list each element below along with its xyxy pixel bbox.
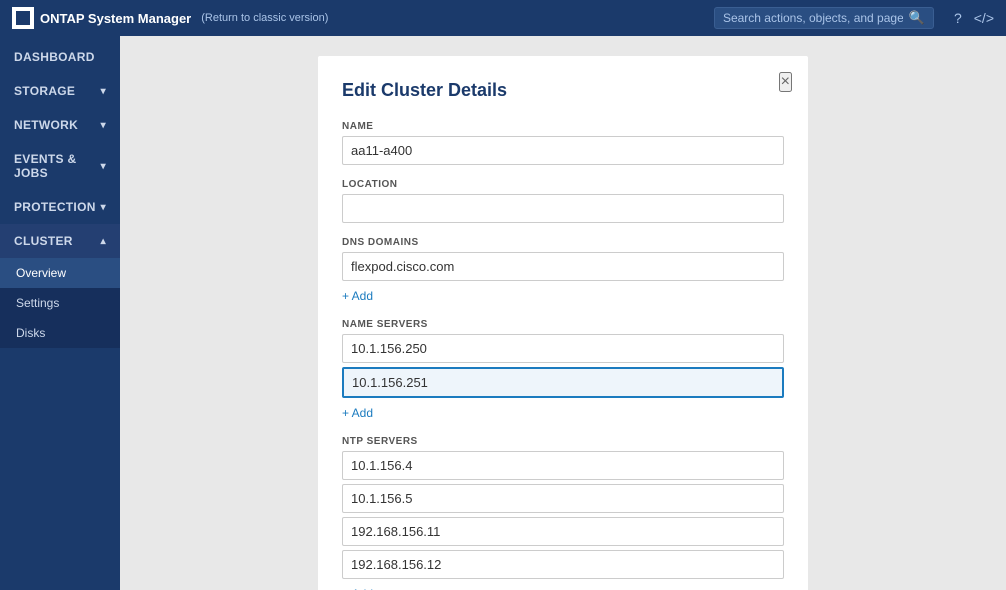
top-nav: ONTAP System Manager (Return to classic … <box>0 0 1006 36</box>
dns-domain-input[interactable] <box>342 252 784 281</box>
sidebar-label-events-jobs: EVENTS & JOBS <box>14 152 101 180</box>
search-icon: 🔍 <box>909 10 925 26</box>
name-field-group: NAME <box>342 121 784 165</box>
search-bar[interactable]: 🔍 <box>714 7 934 29</box>
ntp-server-input-4[interactable] <box>342 550 784 579</box>
classic-link[interactable]: (Return to classic version) <box>201 12 328 24</box>
sidebar-subitem-overview[interactable]: Overview <box>0 258 120 288</box>
ntp-server-input-3[interactable] <box>342 517 784 546</box>
dns-domains-group: DNS DOMAINS + Add <box>342 237 784 305</box>
ntp-server-input-2[interactable] <box>342 484 784 513</box>
ntp-server-input-1[interactable] <box>342 451 784 480</box>
code-icon[interactable]: </> <box>974 10 994 26</box>
dns-domains-label: DNS DOMAINS <box>342 237 784 248</box>
location-field-group: LOCATION <box>342 179 784 223</box>
name-server-input-1[interactable] <box>342 334 784 363</box>
sidebar-item-protection[interactable]: PROTECTION ▾ <box>0 190 120 224</box>
sidebar-item-storage[interactable]: STORAGE ▾ <box>0 74 120 108</box>
name-servers-label: NAME SERVERS <box>342 319 784 330</box>
chevron-protection: ▾ <box>101 202 106 213</box>
name-label: NAME <box>342 121 784 132</box>
sidebar-subitem-settings[interactable]: Settings <box>0 288 120 318</box>
sidebar-label-dashboard: DASHBOARD <box>14 50 95 64</box>
edit-cluster-dialog: Edit Cluster Details × NAME LOCATION DNS… <box>318 56 808 590</box>
sidebar-submenu-cluster: Overview Settings Disks <box>0 258 120 348</box>
chevron-network: ▾ <box>101 120 106 131</box>
logo-icon <box>12 7 34 29</box>
sidebar-item-dashboard[interactable]: DASHBOARD <box>0 40 120 74</box>
chevron-storage: ▾ <box>101 86 106 97</box>
help-icon[interactable]: ? <box>954 10 962 26</box>
sidebar-item-network[interactable]: NeTWoRK ▾ <box>0 108 120 142</box>
dialog-title: Edit Cluster Details <box>342 80 784 101</box>
top-nav-icons: ? </> <box>954 10 994 26</box>
search-input[interactable] <box>723 11 903 25</box>
name-servers-group: NAME SERVERS + Add <box>342 319 784 422</box>
sidebar-subitem-disks[interactable]: Disks <box>0 318 120 348</box>
sidebar-label-protection: PROTECTION <box>14 200 96 214</box>
add-dns-domain-button[interactable]: + Add <box>342 287 373 305</box>
sidebar-label-storage: STORAGE <box>14 84 75 98</box>
dialog-close-button[interactable]: × <box>779 72 792 92</box>
location-label: LOCATION <box>342 179 784 190</box>
add-ntp-server-button[interactable]: + Add <box>342 585 373 590</box>
chevron-events-jobs: ▾ <box>101 161 106 172</box>
sidebar-item-events-jobs[interactable]: EVENTS & JOBS ▾ <box>0 142 120 190</box>
ntp-inputs-container <box>342 451 784 579</box>
content-area: Edit Cluster Details × NAME LOCATION DNS… <box>120 36 1006 590</box>
sidebar-label-cluster: CLUSTER <box>14 234 73 248</box>
app-title: ONTAP System Manager <box>40 11 191 26</box>
app-logo: ONTAP System Manager <box>12 7 191 29</box>
ntp-servers-label: NTP SERVERS <box>342 436 784 447</box>
name-input[interactable] <box>342 136 784 165</box>
ntp-servers-group: NTP SERVERS + Add <box>342 436 784 590</box>
main-layout: DASHBOARD STORAGE ▾ NeTWoRK ▾ EVENTS & J… <box>0 36 1006 590</box>
sidebar-label-network: NeTWoRK <box>14 118 78 132</box>
location-input[interactable] <box>342 194 784 223</box>
sidebar-item-cluster[interactable]: CLUSTER ▴ <box>0 224 120 258</box>
name-server-input-2[interactable] <box>342 367 784 398</box>
sidebar: DASHBOARD STORAGE ▾ NeTWoRK ▾ EVENTS & J… <box>0 36 120 590</box>
chevron-cluster: ▴ <box>101 236 106 247</box>
add-name-server-button[interactable]: + Add <box>342 404 373 422</box>
